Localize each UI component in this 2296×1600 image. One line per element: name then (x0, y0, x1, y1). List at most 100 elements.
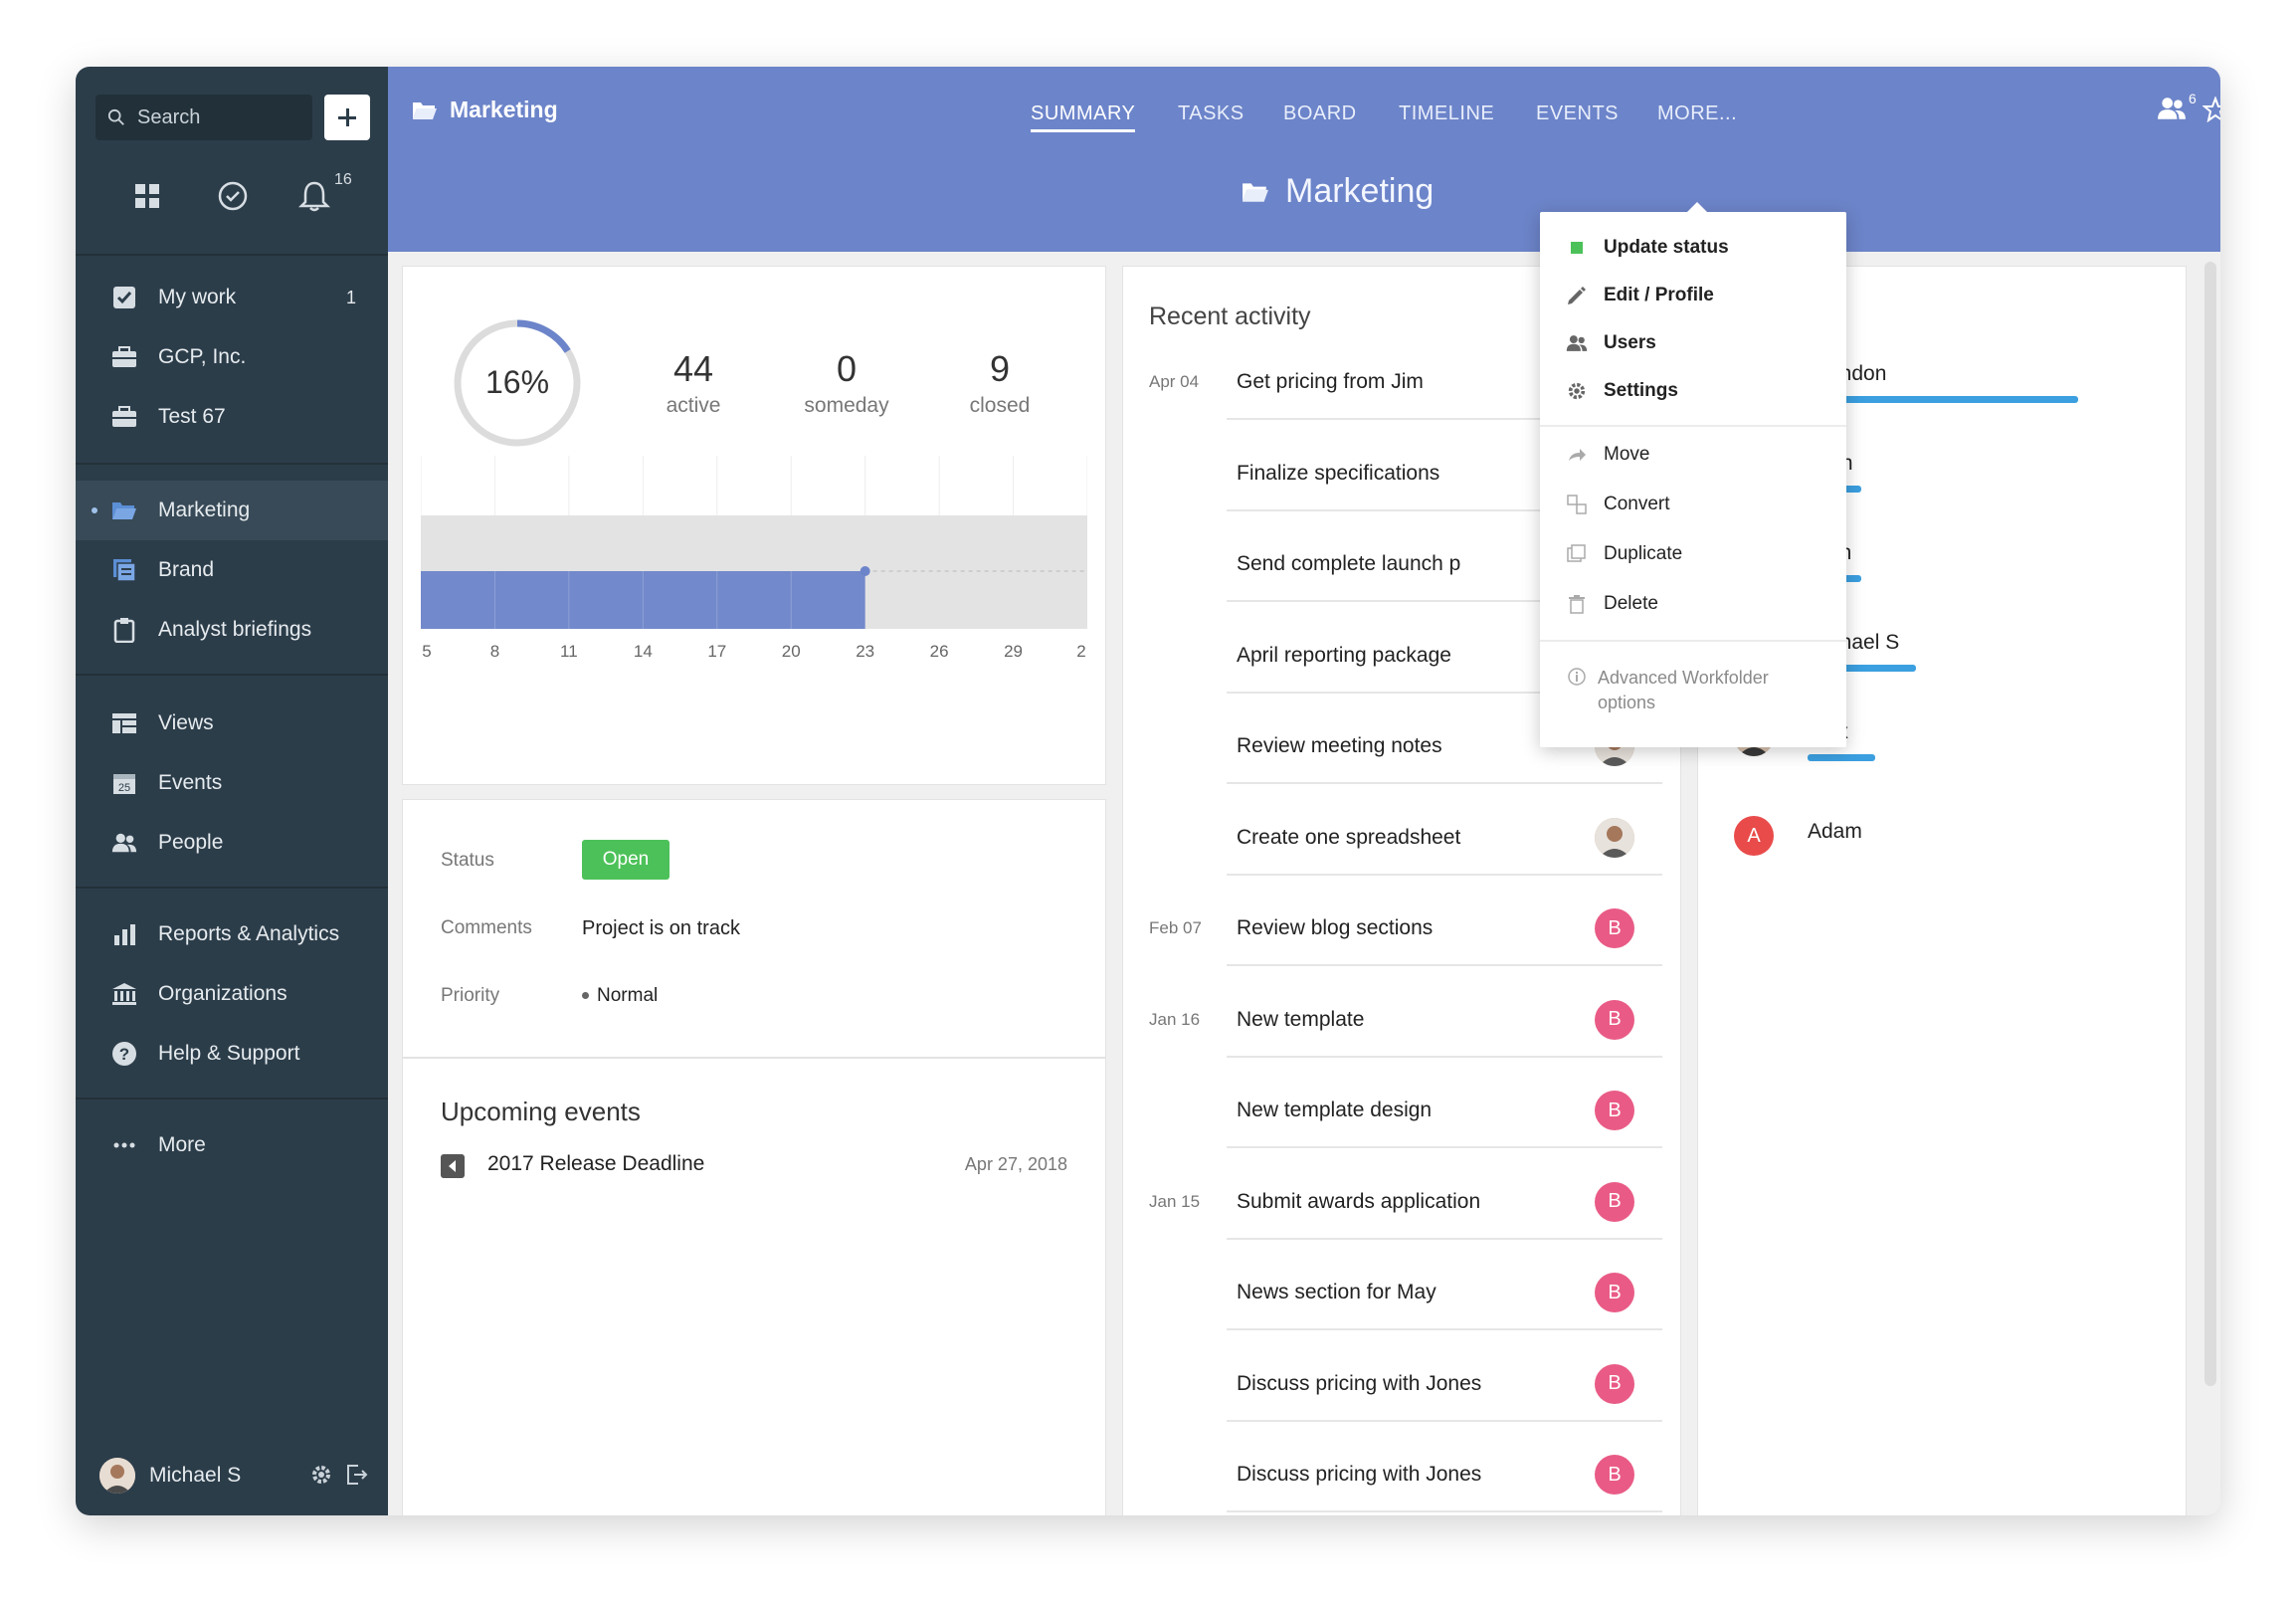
activity-date: Apr 04 (1149, 372, 1200, 391)
menu-item-label: Move (1604, 444, 1650, 465)
row-divider (1227, 782, 1662, 784)
sidebar-item-test-67[interactable]: Test 67 (76, 387, 388, 447)
logout-icon[interactable] (346, 1464, 368, 1491)
avatar[interactable]: B (1595, 1273, 1634, 1312)
folder-open-icon (1243, 182, 1268, 202)
menu-item-delete[interactable]: Delete (1540, 580, 1846, 628)
sidebar-item-people[interactable]: People (76, 813, 388, 873)
menu-item-duplicate[interactable]: Duplicate (1540, 530, 1846, 578)
users-icon[interactable] (2157, 97, 2187, 125)
briefcase-icon (111, 404, 137, 430)
activity-row[interactable]: News section for May B (1123, 1261, 1680, 1350)
search-input[interactable] (135, 104, 308, 130)
sidebar-item-help[interactable]: ? Help & Support (76, 1024, 388, 1084)
x-tick-label: 2 (1076, 642, 1085, 661)
people-icon (111, 830, 137, 856)
x-tick-label: 26 (930, 642, 949, 661)
menu-item-convert[interactable]: Convert (1540, 481, 1846, 528)
menu-item-move[interactable]: Move (1540, 431, 1846, 479)
activity-row[interactable]: Discuss pricing with Jones B (1123, 1443, 1680, 1515)
search-box[interactable] (96, 95, 312, 140)
activity-name: Send complete launch p (1237, 552, 1461, 575)
row-divider (1227, 1419, 1662, 1422)
priority-value[interactable]: Normal (582, 985, 658, 1007)
arrow-share-icon (1566, 444, 1588, 466)
users-icon (1566, 332, 1588, 354)
activity-name: Discuss pricing with Jones (1237, 1463, 1482, 1486)
comments-value[interactable]: Project is on track (582, 917, 740, 940)
tab-tasks[interactable]: TASKS (1178, 102, 1244, 125)
activity-date: Jan 15 (1149, 1191, 1201, 1211)
stat-active[interactable]: 44 active (624, 348, 763, 418)
progress-ring: 16% (454, 319, 581, 447)
tab-timeline[interactable]: TIMELINE (1399, 102, 1494, 125)
activity-date: Jan 16 (1149, 1009, 1201, 1029)
sidebar-item-views[interactable]: Views (76, 694, 388, 753)
avatar[interactable]: B (1595, 1455, 1634, 1495)
status-badge[interactable]: Open (582, 840, 670, 880)
row-divider (1227, 1055, 1662, 1058)
person-name: Adam (1808, 820, 1862, 843)
progress-point (860, 566, 870, 576)
avatar[interactable] (99, 1458, 135, 1494)
status-square-icon (1566, 237, 1588, 259)
views-icon (111, 710, 137, 736)
stat-someday[interactable]: 0 someday (777, 348, 916, 418)
event-item[interactable]: 2017 Release Deadline Apr 27, 2018 (441, 1148, 1067, 1184)
avatar[interactable] (1595, 817, 1634, 858)
activity-row[interactable]: Create one spreadsheet (1123, 806, 1680, 896)
sidebar-item-organizations[interactable]: Organizations (76, 964, 388, 1024)
bar-chart-icon (111, 921, 137, 947)
person-row[interactable]: A Adam (1698, 816, 2186, 896)
sidebar-item-reports[interactable]: Reports & Analytics (76, 904, 388, 964)
activity-name: Review blog sections (1237, 916, 1434, 939)
star-icon[interactable] (2201, 96, 2220, 127)
sidebar-item-my-work[interactable]: My work 1 (76, 268, 388, 327)
avatar[interactable]: B (1595, 908, 1634, 948)
avatar[interactable]: B (1595, 1363, 1634, 1404)
stat-closed[interactable]: 9 closed (930, 348, 1069, 418)
header: Marketing SUMMARY TASKS BOARD TIMELINE E… (388, 67, 2220, 252)
avatar[interactable]: B (1595, 1181, 1634, 1222)
avatar[interactable]: A (1734, 816, 1774, 856)
folder-open-icon (111, 498, 137, 523)
tab-board[interactable]: BOARD (1283, 102, 1357, 125)
activity-row[interactable]: Feb 07 Review blog sections B (1123, 897, 1680, 986)
menu-item-update-status[interactable]: Update status (1540, 224, 1846, 272)
activity-row[interactable]: Jan 15 Submit awards application B (1123, 1170, 1680, 1260)
menu-item-settings[interactable]: Settings (1540, 367, 1846, 415)
sidebar-item-events[interactable]: 25 Events (76, 753, 388, 813)
bell-icon[interactable] (294, 176, 334, 216)
sidebar-item-marketing[interactable]: Marketing (76, 481, 388, 540)
sidebar-item-analyst-briefings[interactable]: Analyst briefings (76, 600, 388, 660)
activity-title: Recent activity (1149, 302, 1311, 330)
add-button[interactable] (324, 95, 370, 140)
sidebar-item-more[interactable]: More (76, 1115, 388, 1175)
tab-more[interactable]: MORE... (1657, 102, 1737, 125)
sidebar-item-brand[interactable]: Brand (76, 540, 388, 600)
menu-item-users[interactable]: Users (1540, 319, 1846, 367)
row-divider (1227, 1146, 1662, 1148)
apps-grid-icon[interactable] (127, 176, 167, 216)
menu-item-edit-profile[interactable]: Edit / Profile (1540, 272, 1846, 319)
activity-row[interactable]: Jan 16 New template B (1123, 988, 1680, 1078)
menu-item-label: Update status (1604, 237, 1729, 258)
activity-name: Discuss pricing with Jones (1237, 1371, 1482, 1395)
tab-summary[interactable]: SUMMARY (1031, 102, 1136, 132)
activity-name: April reporting package (1237, 643, 1451, 667)
row-divider (1227, 1328, 1662, 1330)
timer-check-icon[interactable] (213, 176, 253, 216)
avatar[interactable]: B (1595, 999, 1634, 1040)
activity-date: Feb 07 (1149, 918, 1202, 937)
avatar[interactable]: B (1595, 1091, 1634, 1130)
notification-count: 16 (334, 171, 352, 188)
comments-label: Comments (441, 917, 532, 938)
sidebar-item-gcp[interactable]: GCP, Inc. (76, 327, 388, 387)
gear-icon[interactable] (310, 1464, 332, 1491)
stat-label: someday (804, 394, 889, 417)
priority-text: Normal (597, 985, 659, 1006)
activity-row[interactable]: Discuss pricing with Jones B (1123, 1352, 1680, 1442)
activity-row[interactable]: New template design B (1123, 1079, 1680, 1168)
scrollbar[interactable] (2204, 262, 2216, 1386)
tab-events[interactable]: EVENTS (1536, 102, 1619, 125)
